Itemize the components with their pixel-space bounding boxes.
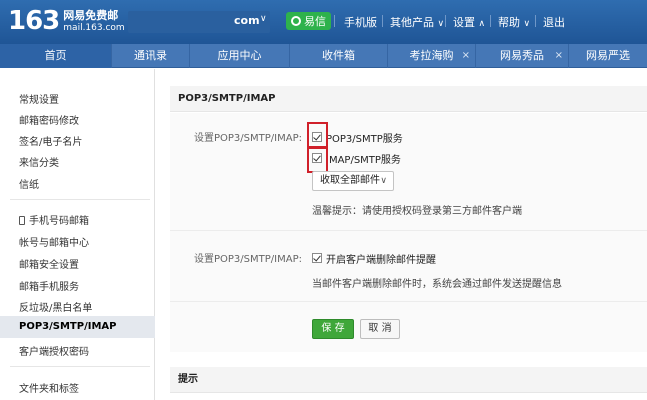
- sidebar-item-password[interactable]: 邮箱密码修改: [19, 112, 79, 127]
- account-suffix[interactable]: com: [234, 14, 260, 27]
- divider: [445, 15, 446, 27]
- sidebar-item-filters[interactable]: 来信分类: [19, 154, 59, 169]
- divider: [10, 366, 150, 367]
- logo-number: 163: [8, 6, 60, 36]
- logo[interactable]: 163 网易免费邮 mail.163.com: [8, 6, 125, 36]
- sidebar-item-security[interactable]: 邮箱安全设置: [19, 256, 79, 271]
- phone-icon: [19, 216, 25, 225]
- tab-yanxuan[interactable]: 网易严选: [569, 44, 647, 68]
- receive-mail-select[interactable]: 收取全部邮件 ∨: [312, 171, 394, 191]
- logo-title: 网易免费邮: [63, 9, 119, 22]
- tips-section-title: 提示: [170, 367, 647, 393]
- settings-sidebar: 常规设置 邮箱密码修改 签名/电子名片 来信分类 信纸 手机号码邮箱 帐号与邮箱…: [0, 69, 155, 400]
- mobile-link[interactable]: 手机版: [344, 14, 377, 30]
- settings-link[interactable]: 设置 ∧: [453, 14, 485, 30]
- tab-home[interactable]: 首页: [0, 44, 112, 68]
- tab-bar: 首页 通讯录 应用中心 收件箱 考拉海购 × 网易秀品 × 网易严选: [0, 44, 647, 68]
- sidebar-item-signature[interactable]: 签名/电子名片: [19, 133, 82, 148]
- sidebar-item-stationery[interactable]: 信纸: [19, 176, 39, 191]
- imap-checkbox-label: IMAP/SMTP服务: [326, 155, 401, 166]
- logo-domain: mail.163.com: [63, 23, 125, 33]
- chevron-up-icon: ∧: [478, 19, 486, 29]
- section-title: POP3/SMTP/IMAP: [170, 86, 647, 112]
- sidebar-item-client-auth-code[interactable]: 客户端授权密码: [19, 343, 89, 358]
- sidebar-item-phone-mailbox[interactable]: 手机号码邮箱: [19, 212, 89, 227]
- sidebar-item-account-center[interactable]: 帐号与邮箱中心: [19, 234, 89, 249]
- close-icon[interactable]: ×: [555, 44, 563, 68]
- sidebar-item-antispam[interactable]: 反垃圾/黑白名单: [19, 299, 92, 314]
- other-products-link[interactable]: 其他产品 ∨: [390, 14, 444, 30]
- help-link[interactable]: 帮助 ∨: [498, 14, 530, 30]
- yixin-icon: [291, 16, 301, 26]
- auth-code-tip: 温馨提示：请使用授权码登录第三方邮件客户端: [312, 206, 522, 217]
- yixin-label: 易信: [304, 15, 326, 28]
- pop3-imap-setting-label: 设置POP3/SMTP/IMAP:: [194, 133, 302, 144]
- settings-main: POP3/SMTP/IMAP 设置POP3/SMTP/IMAP: POP3/SM…: [156, 69, 647, 400]
- divider: [10, 199, 150, 200]
- sidebar-item-general[interactable]: 常规设置: [19, 91, 59, 106]
- divider: [382, 15, 383, 27]
- top-bar: 163 网易免费邮 mail.163.com com ∨ 易信 手机版 其他产品…: [0, 0, 647, 44]
- chevron-down-icon: ∨: [437, 19, 445, 29]
- divider: [170, 301, 647, 302]
- highlight-box: [307, 146, 328, 173]
- tab-contacts[interactable]: 通讯录: [112, 44, 190, 68]
- delete-reminder-setting-label: 设置POP3/SMTP/IMAP:: [194, 254, 302, 265]
- tab-inbox[interactable]: 收件箱: [290, 44, 388, 68]
- divider: [535, 15, 536, 27]
- logout-link[interactable]: 退出: [543, 14, 565, 30]
- chevron-down-icon: ∨: [380, 176, 387, 186]
- divider: [334, 15, 335, 27]
- settings-panel: 设置POP3/SMTP/IMAP: POP3/SMTP服务 IMAP/SMTP服…: [170, 113, 647, 352]
- cancel-button[interactable]: 取 消: [360, 319, 400, 339]
- tab-xiupin[interactable]: 网易秀品 ×: [476, 44, 569, 68]
- sidebar-item-mobile-service[interactable]: 邮箱手机服务: [19, 278, 79, 293]
- tab-kaola[interactable]: 考拉海购 ×: [388, 44, 476, 68]
- divider: [490, 15, 491, 27]
- divider: [170, 230, 647, 231]
- tab-app-center[interactable]: 应用中心: [190, 44, 290, 68]
- delete-reminder-label: 开启客户端删除邮件提醒: [326, 255, 436, 266]
- highlight-box: [307, 122, 328, 149]
- delete-reminder-desc: 当邮件客户端删除邮件时，系统会通过邮件发送提醒信息: [312, 279, 562, 290]
- delete-reminder-checkbox[interactable]: [312, 253, 322, 263]
- sidebar-item-pop3-smtp-imap[interactable]: POP3/SMTP/IMAP: [0, 316, 155, 338]
- chevron-down-icon: ∨: [523, 19, 531, 29]
- close-icon[interactable]: ×: [462, 44, 470, 68]
- pop3-checkbox-label: POP3/SMTP服务: [326, 134, 403, 145]
- save-button[interactable]: 保 存: [312, 319, 354, 339]
- chevron-down-icon[interactable]: ∨: [260, 14, 267, 24]
- sidebar-item-folders-labels[interactable]: 文件夹和标签: [19, 380, 79, 395]
- yixin-button[interactable]: 易信: [286, 12, 331, 30]
